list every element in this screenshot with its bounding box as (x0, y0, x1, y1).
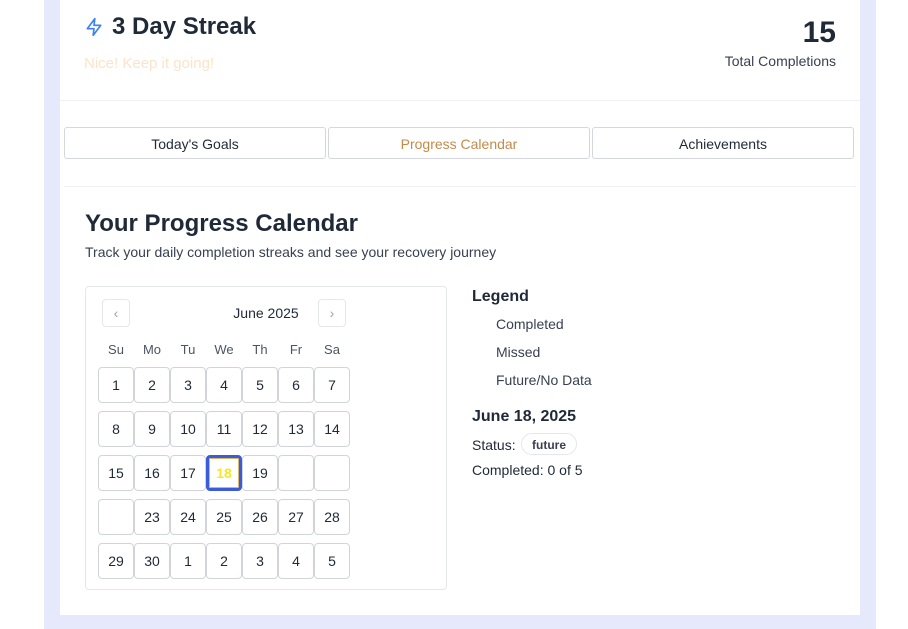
calendar-day-empty[interactable] (314, 455, 350, 491)
calendar-day[interactable]: 13 (278, 411, 314, 447)
prev-month-button[interactable]: ‹ (102, 299, 130, 327)
legend-item-completed: Completed (496, 316, 564, 332)
calendar-day[interactable]: 5 (242, 367, 278, 403)
calendar-day[interactable]: 25 (206, 499, 242, 535)
tab-progress-calendar[interactable]: Progress Calendar (328, 127, 590, 159)
total-completions-count: 15 (802, 16, 836, 49)
calendar-day[interactable]: 11 (206, 411, 242, 447)
status-label: Status: (472, 437, 516, 453)
weekday-label: Th (252, 342, 268, 357)
lightning-icon (84, 17, 104, 37)
weekday-label: Mo (142, 342, 162, 357)
calendar-day[interactable]: 23 (134, 499, 170, 535)
calendar-day[interactable]: 2 (206, 543, 242, 579)
calendar-day[interactable]: 4 (278, 543, 314, 579)
calendar-day[interactable]: 3 (170, 367, 206, 403)
legend-item-missed: Missed (496, 344, 541, 360)
streak-header: 3 Day Streak Nice! Keep it going! 15 Tot… (60, 0, 860, 101)
completed-count: Completed: 0 of 5 (472, 462, 583, 478)
tab-achievements[interactable]: Achievements (592, 127, 854, 159)
calendar-day[interactable]: 16 (134, 455, 170, 491)
calendar-day[interactable]: 19 (242, 455, 278, 491)
calendar-day-empty[interactable] (98, 499, 134, 535)
divider (64, 186, 856, 187)
calendar-day[interactable]: 4 (206, 367, 242, 403)
calendar-day[interactable]: 27 (278, 499, 314, 535)
weekday-label: We (214, 342, 234, 357)
calendar-month-label: June 2025 (233, 305, 299, 321)
weekday-label: Tu (180, 342, 196, 357)
streak-subtitle: Nice! Keep it going! (84, 55, 215, 72)
legend-item-future: Future/No Data (496, 372, 592, 388)
calendar-day[interactable]: 10 (170, 411, 206, 447)
section-subtitle: Track your daily completion streaks and … (85, 244, 497, 260)
main-card: 3 Day Streak Nice! Keep it going! 15 Tot… (60, 0, 860, 615)
chevron-left-icon: ‹ (113, 305, 119, 321)
calendar-day[interactable]: 7 (314, 367, 350, 403)
next-month-button[interactable]: › (318, 299, 346, 327)
calendar: June 2025 ‹ › Su Mo Tu We Th Fr Sa 1 2 3 4 5 6 7 8 9 10… (85, 286, 447, 590)
calendar-day[interactable]: 1 (98, 367, 134, 403)
calendar-day[interactable]: 28 (314, 499, 350, 535)
weekday-label: Su (108, 342, 124, 357)
weekday-label: Sa (324, 342, 340, 357)
calendar-day[interactable]: 24 (170, 499, 206, 535)
section-title: Your Progress Calendar (85, 210, 358, 237)
calendar-day[interactable]: 15 (98, 455, 134, 491)
tab-bar: Today's Goals Progress Calendar Achievem… (64, 127, 856, 161)
calendar-day[interactable]: 17 (170, 455, 206, 491)
calendar-day[interactable]: 29 (98, 543, 134, 579)
calendar-day[interactable]: 1 (170, 543, 206, 579)
calendar-day[interactable]: 2 (134, 367, 170, 403)
calendar-day[interactable]: 6 (278, 367, 314, 403)
calendar-day-empty[interactable] (278, 455, 314, 491)
calendar-day[interactable]: 12 (242, 411, 278, 447)
calendar-day[interactable]: 26 (242, 499, 278, 535)
calendar-day[interactable]: 9 (134, 411, 170, 447)
calendar-day-selected[interactable]: 18 (206, 455, 242, 491)
tab-todays-goals[interactable]: Today's Goals (64, 127, 326, 159)
legend-title: Legend (472, 288, 529, 305)
total-completions-label: Total Completions (724, 53, 836, 69)
chevron-right-icon: › (329, 305, 335, 321)
calendar-day[interactable]: 3 (242, 543, 278, 579)
weekday-label: Fr (289, 342, 303, 357)
status-badge: future (521, 433, 577, 455)
calendar-day[interactable]: 30 (134, 543, 170, 579)
calendar-day[interactable]: 5 (314, 543, 350, 579)
selected-date-title: June 18, 2025 (472, 408, 577, 425)
calendar-day[interactable]: 14 (314, 411, 350, 447)
calendar-day[interactable]: 8 (98, 411, 134, 447)
streak-title: 3 Day Streak (112, 13, 257, 40)
